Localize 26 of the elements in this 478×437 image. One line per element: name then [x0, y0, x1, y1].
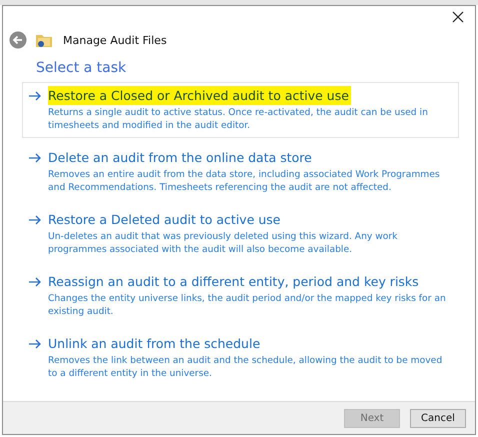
- task-title: Reassign an audit to a different entity, period and key risks: [48, 273, 420, 291]
- task-title: Restore a Deleted audit to active use: [48, 211, 282, 229]
- task-option[interactable]: Restore a Closed or Archived audit to active use Returns a single audit to active status. Once re-activated, the audit can be used in timesheets and modified in the audit editor.: [22, 82, 459, 138]
- task-option[interactable]: Reassign an audit to a different entity, period and key risks Changes the entity universe links, the audit period and/or the mapped key risks for an existing audit.: [22, 268, 459, 324]
- arrow-icon: [28, 215, 42, 225]
- back-button[interactable]: [9, 31, 27, 49]
- task-description: Un-deletes an audit that was previously deleted using this wizard. Any work programmes associated with the audit will also become available.: [48, 230, 398, 256]
- arrow-icon: [28, 339, 42, 349]
- task-title: Delete an audit from the online data store: [48, 149, 313, 167]
- task-description: Removes the link between an audit and the schedule, allowing the audit to be moved to a different entity in the universe.: [48, 354, 444, 380]
- dialog-button[interactable]: Cancel: [410, 408, 466, 428]
- task-description: Changes the entity universe links, the audit period and/or the mapped key risks for an existing audit.: [48, 292, 447, 318]
- task-title: Unlink an audit from the schedule: [48, 335, 262, 353]
- task-description: Removes an entire audit from the data store, including associated Work Programmes and Recommendations. Timesheets referencing the audit are not affected.: [48, 168, 441, 194]
- section-heading: Select a task: [36, 60, 128, 76]
- arrow-icon: [28, 91, 42, 101]
- task-option[interactable]: Delete an audit from the online data store Removes an entire audit from the data store, including associated Work Programmes and Recommendations. Timesheets referencing the audit are not affected.: [22, 144, 459, 200]
- task-title: Restore a Closed or Archived audit to active use: [48, 86, 351, 105]
- arrow-icon: [28, 277, 42, 287]
- arrow-icon: [28, 153, 42, 163]
- task-option[interactable]: Restore a Deleted audit to active use Un-deletes an audit that was previously deleted using this wizard. Any work programmes associated with the audit will also become available.: [22, 206, 459, 262]
- folder-icon: [35, 32, 53, 48]
- task-description: Returns a single audit to active status. Once re-activated, the audit can be used in timesheets and modified in the audit editor.: [48, 106, 429, 132]
- window-title: Manage Audit Files: [63, 34, 167, 46]
- task-option[interactable]: Unlink an audit from the schedule Removes the link between an audit and the schedule, allowing the audit to be moved to a different entity in the universe.: [22, 330, 459, 386]
- close-icon: [452, 11, 464, 23]
